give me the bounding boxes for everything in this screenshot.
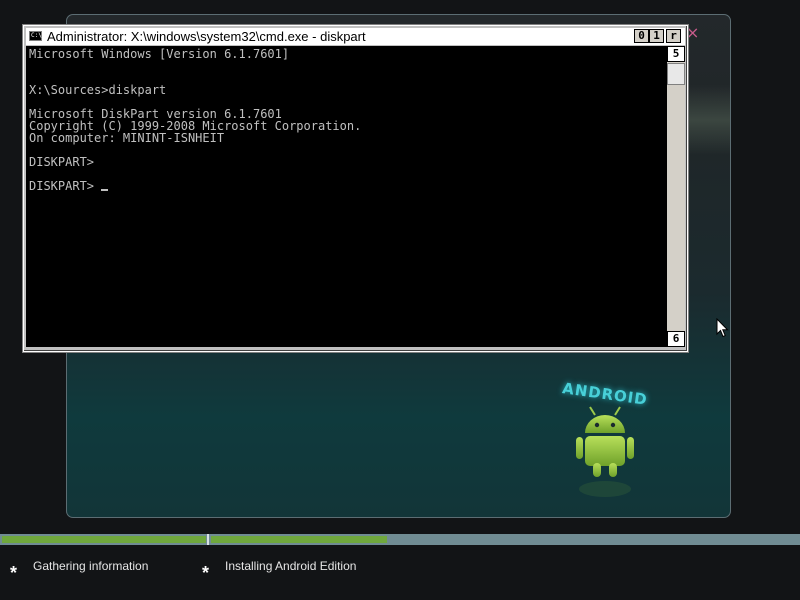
window-title: Administrator: X:\windows\system32\cmd.e… [47, 29, 366, 44]
cmd-titlebar[interactable]: C:\ Administrator: X:\windows\system32\c… [26, 28, 685, 45]
text-cursor [101, 189, 109, 191]
cmd-window[interactable]: C:\ Administrator: X:\windows\system32\c… [23, 25, 688, 352]
console-text: Microsoft Windows [Version 6.1.7601] X:\… [29, 47, 362, 193]
minimize-button[interactable]: 0 [634, 29, 649, 43]
scroll-down-button[interactable]: 6 [667, 331, 685, 347]
cmd-app-icon[interactable]: C:\ [29, 31, 42, 41]
android-robot-icon [576, 406, 634, 497]
scroll-thumb[interactable] [667, 63, 685, 85]
vertical-scrollbar[interactable]: 5 6 [667, 46, 685, 347]
asterisk-icon: * [10, 563, 18, 583]
status-label: Installing Android Edition [225, 559, 357, 573]
progress-stage-1-fill [2, 536, 206, 543]
cmd-app-icon-label: C:\ [31, 32, 42, 39]
setup-progress-bar [0, 534, 800, 545]
setup-close-icon[interactable]: × [686, 25, 699, 41]
close-button[interactable]: r [666, 29, 681, 43]
status-label: Gathering information [33, 559, 149, 573]
console-output[interactable]: Microsoft Windows [Version 6.1.7601] X:\… [26, 46, 667, 347]
maximize-button[interactable]: 1 [649, 29, 664, 43]
progress-divider [207, 534, 209, 545]
mouse-pointer-icon [716, 318, 729, 338]
asterisk-icon: * [202, 563, 210, 583]
progress-stage-2-fill [211, 536, 387, 543]
scroll-up-button[interactable]: 5 [667, 46, 685, 62]
